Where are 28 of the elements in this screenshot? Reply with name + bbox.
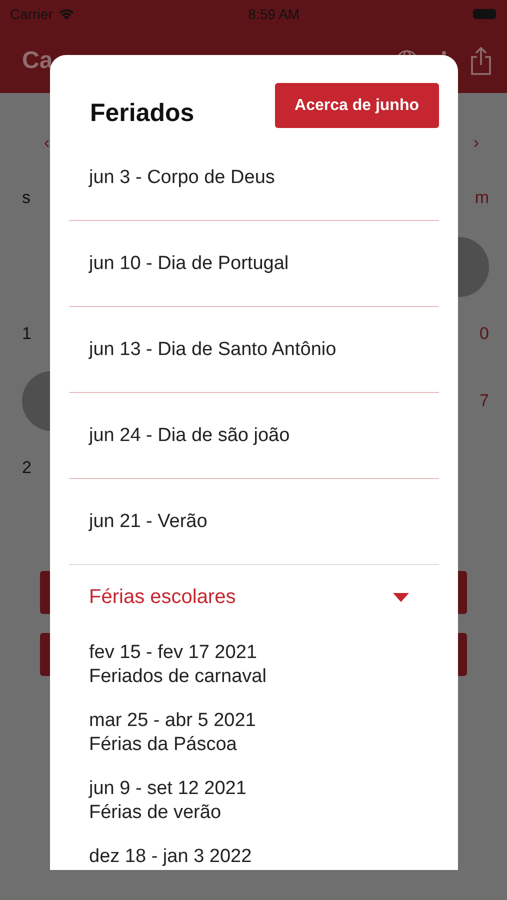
holiday-name: Férias de verão [89, 801, 222, 825]
date-range: fev 15 - fev 17 2021 [89, 641, 258, 665]
school-holidays-toggle[interactable]: Férias escolares [69, 565, 439, 629]
app-title: Ca [22, 46, 54, 74]
dialog-title: Feriados [90, 99, 194, 128]
holiday-name: Férias da Páscoa [89, 733, 238, 757]
holiday-row[interactable]: jun 21 - Verão [69, 479, 439, 564]
date-range: jun 9 - set 12 2021 [89, 777, 248, 801]
day-number: m [474, 188, 489, 208]
carrier-label: Carrier [10, 6, 53, 22]
date-range: dez 18 - jan 3 2022 [89, 845, 253, 869]
battery-icon [473, 8, 497, 20]
holiday-row[interactable]: jun 24 - Dia de são joão [69, 393, 439, 478]
holiday-row[interactable]: jun 3 - Corpo de Deus [69, 135, 439, 220]
holiday-row[interactable]: jun 13 - Dia de Santo Antônio [69, 307, 439, 392]
caret-icon [393, 592, 409, 602]
clock: 8:59 AM [248, 6, 300, 22]
day-number: 2 [22, 458, 32, 478]
day-number: 1 [22, 324, 32, 344]
holiday-name: Feriados de carnaval [89, 665, 268, 689]
day-number: 0 [478, 324, 489, 344]
holiday-row[interactable]: jun 10 - Dia de Portugal [69, 221, 439, 306]
about-june-button[interactable]: Acerca de junho [274, 83, 439, 128]
date-range: mar 25 - abr 5 2021 [89, 709, 257, 733]
day-number: 7 [478, 390, 489, 410]
day-number: s [22, 188, 32, 208]
share-icon[interactable] [469, 46, 493, 76]
wifi-icon [58, 8, 75, 20]
